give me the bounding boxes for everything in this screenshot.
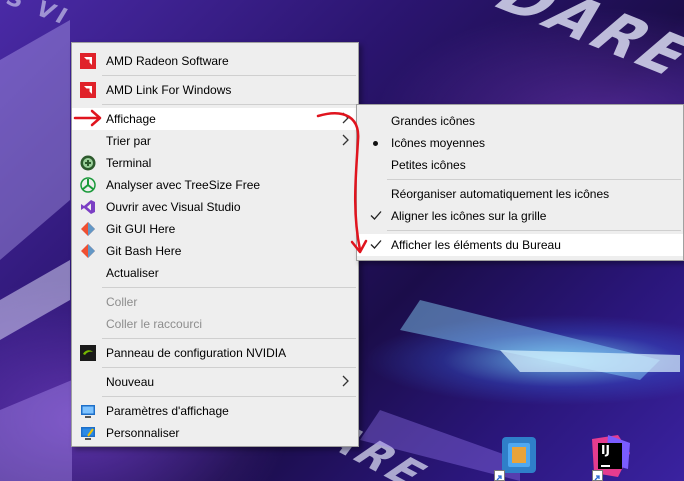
menu-item-parametres-affichage[interactable]: Paramètres d'affichage bbox=[72, 400, 358, 422]
shortcut-arrow-icon bbox=[494, 470, 505, 481]
terminal-icon bbox=[80, 155, 96, 171]
menu-separator bbox=[102, 104, 356, 105]
menu-item-label: Icônes moyennes bbox=[391, 136, 486, 150]
git-icon bbox=[80, 243, 96, 259]
visual-studio-icon bbox=[80, 199, 96, 215]
menu-item-label: Réorganiser automatiquement les icônes bbox=[391, 187, 610, 201]
menu-item-personnaliser[interactable]: Personnaliser bbox=[72, 422, 358, 444]
menu-item-label: AMD Radeon Software bbox=[106, 54, 229, 68]
menu-separator bbox=[387, 179, 681, 180]
menu-item-nvidia[interactable]: Panneau de configuration NVIDIA bbox=[72, 342, 358, 364]
menu-item-label: Analyser avec TreeSize Free bbox=[106, 178, 261, 192]
menu-item-git-gui[interactable]: Git GUI Here bbox=[72, 218, 358, 240]
chevron-right-icon bbox=[342, 134, 349, 146]
nvidia-icon bbox=[80, 345, 96, 361]
vscode-shortcut-icon[interactable] bbox=[494, 433, 540, 481]
display-settings-icon bbox=[80, 403, 96, 419]
intellij-shortcut-icon[interactable]: IJ bbox=[588, 433, 634, 481]
affichage-submenu: Grandes icônes Icônes moyennes Petites i… bbox=[356, 104, 684, 261]
treesize-icon bbox=[80, 177, 96, 193]
menu-item-trier-par[interactable]: Trier par bbox=[72, 130, 358, 152]
menu-item-label: Petites icônes bbox=[391, 158, 466, 172]
submenu-item-aligner-grille[interactable]: Aligner les icônes sur la grille bbox=[357, 205, 683, 227]
menu-item-terminal[interactable]: Terminal bbox=[72, 152, 358, 174]
personalize-icon bbox=[80, 425, 96, 441]
chevron-right-icon bbox=[342, 375, 349, 387]
submenu-item-reorganiser[interactable]: Réorganiser automatiquement les icônes bbox=[357, 183, 683, 205]
menu-item-label: Git GUI Here bbox=[106, 222, 176, 236]
menu-item-label: Aligner les icônes sur la grille bbox=[391, 209, 547, 223]
checkmark-icon bbox=[370, 240, 382, 249]
menu-separator bbox=[102, 367, 356, 368]
menu-item-label: Nouveau bbox=[106, 375, 155, 389]
menu-item-label: Coller bbox=[106, 295, 138, 309]
menu-item-coller: Coller bbox=[72, 291, 358, 313]
menu-item-actualiser[interactable]: Actualiser bbox=[72, 262, 358, 284]
menu-item-label: Grandes icônes bbox=[391, 114, 476, 128]
menu-separator bbox=[387, 230, 681, 231]
submenu-item-afficher-elements[interactable]: Afficher les éléments du Bureau bbox=[357, 234, 683, 256]
menu-item-label: Affichage bbox=[106, 112, 156, 126]
menu-item-label: AMD Link For Windows bbox=[106, 83, 232, 97]
menu-separator bbox=[102, 396, 356, 397]
menu-item-label: Terminal bbox=[106, 156, 152, 170]
menu-item-label: Actualiser bbox=[106, 266, 159, 280]
menu-item-amd-radeon[interactable]: AMD Radeon Software bbox=[72, 50, 358, 72]
menu-item-label: Afficher les éléments du Bureau bbox=[391, 238, 561, 252]
menu-separator bbox=[102, 75, 356, 76]
desktop-context-menu: AMD Radeon Software AMD Link For Windows… bbox=[71, 42, 359, 447]
submenu-item-petites-icones[interactable]: Petites icônes bbox=[357, 154, 683, 176]
menu-separator bbox=[102, 338, 356, 339]
menu-item-label: Panneau de configuration NVIDIA bbox=[106, 346, 287, 360]
menu-item-treesize[interactable]: Analyser avec TreeSize Free bbox=[72, 174, 358, 196]
menu-item-affichage[interactable]: Affichage bbox=[72, 108, 358, 130]
intellij-label: IJ bbox=[601, 443, 610, 457]
menu-item-label: Ouvrir avec Visual Studio bbox=[106, 200, 241, 214]
menu-item-label: Trier par bbox=[106, 134, 151, 148]
menu-item-label: Coller le raccourci bbox=[106, 317, 203, 331]
amd-icon bbox=[80, 82, 96, 98]
menu-item-label: Git Bash Here bbox=[106, 244, 182, 258]
menu-item-label: Personnaliser bbox=[106, 426, 180, 440]
menu-item-label: Paramètres d'affichage bbox=[106, 404, 229, 418]
menu-item-coller-raccourci: Coller le raccourci bbox=[72, 313, 358, 335]
menu-item-git-bash[interactable]: Git Bash Here bbox=[72, 240, 358, 262]
git-icon bbox=[80, 221, 96, 237]
submenu-item-grandes-icones[interactable]: Grandes icônes bbox=[357, 110, 683, 132]
menu-item-visual-studio[interactable]: Ouvrir avec Visual Studio bbox=[72, 196, 358, 218]
chevron-right-icon bbox=[342, 112, 349, 124]
checkmark-icon bbox=[370, 211, 382, 220]
menu-item-nouveau[interactable]: Nouveau bbox=[72, 371, 358, 393]
radio-bullet-icon bbox=[373, 141, 378, 146]
submenu-item-icones-moyennes[interactable]: Icônes moyennes bbox=[357, 132, 683, 154]
amd-icon bbox=[80, 53, 96, 69]
menu-item-amd-link[interactable]: AMD Link For Windows bbox=[72, 79, 358, 101]
shortcut-arrow-icon bbox=[592, 470, 603, 481]
menu-separator bbox=[102, 287, 356, 288]
